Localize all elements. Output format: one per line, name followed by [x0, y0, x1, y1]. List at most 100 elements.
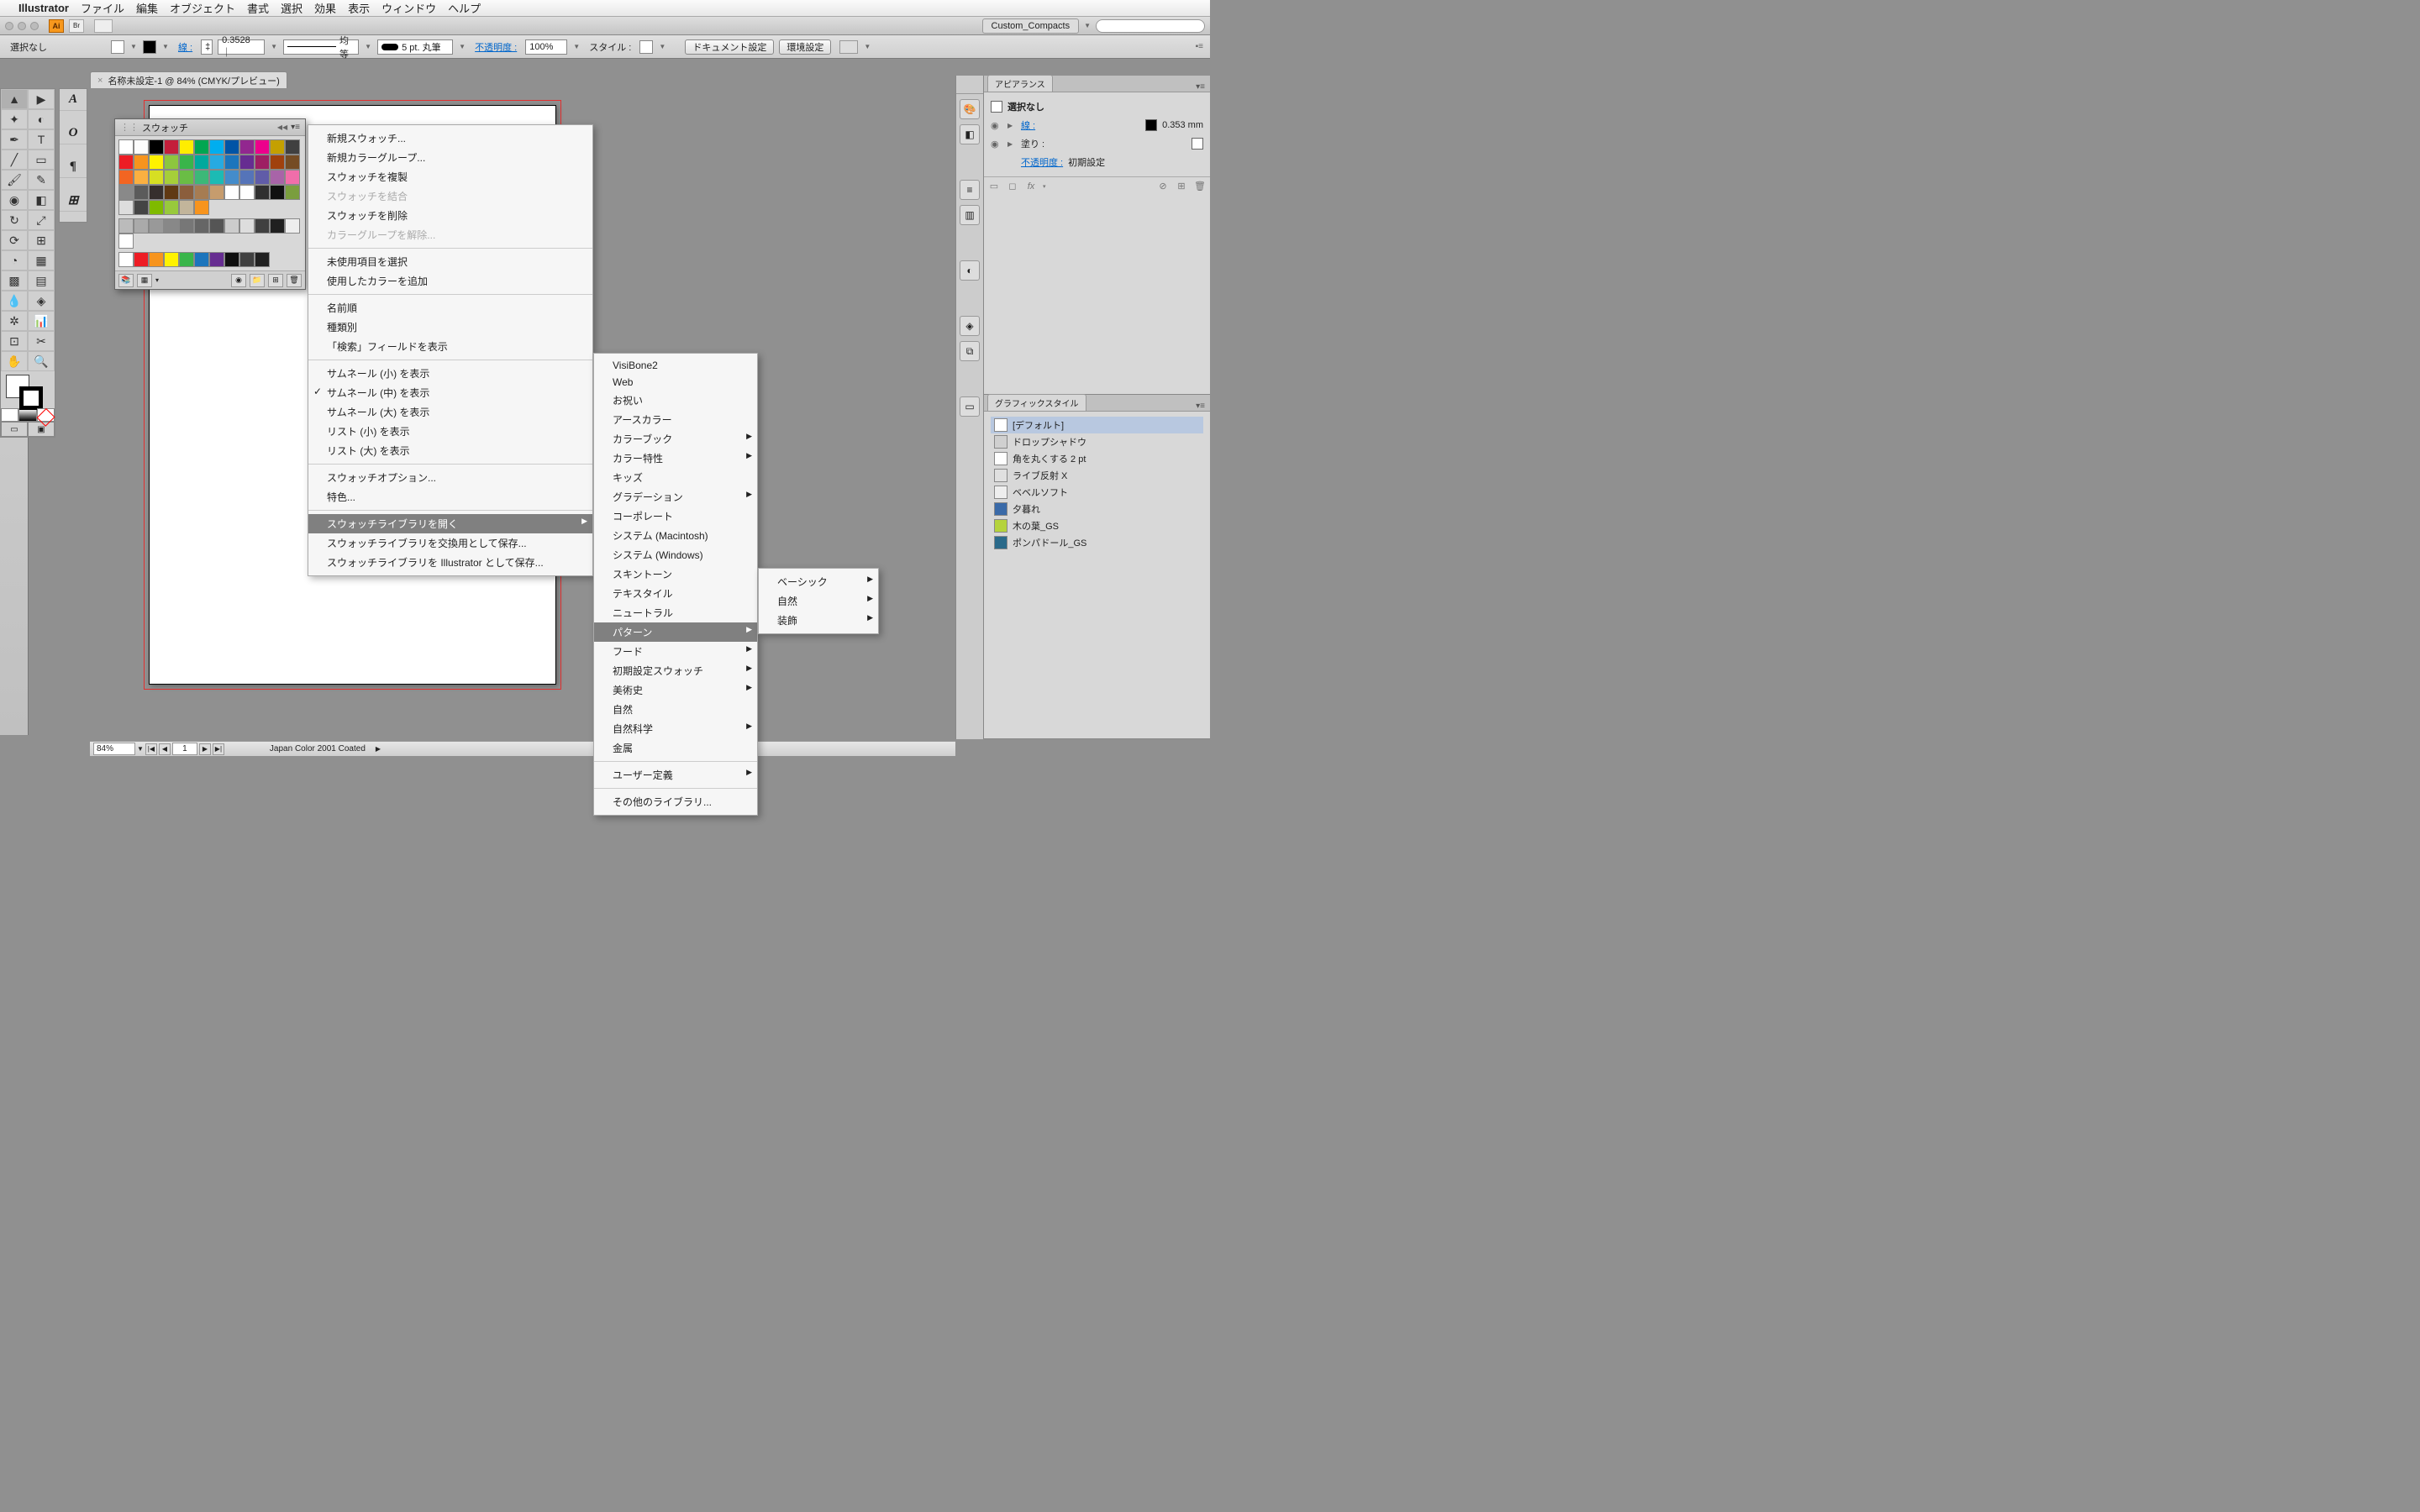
swatch-kind-icon[interactable]: ▦ [137, 274, 152, 287]
swatch-item[interactable] [239, 139, 255, 155]
new-swatch-icon[interactable]: ⊞ [268, 274, 283, 287]
selection-tool[interactable]: ▲ [1, 89, 28, 109]
menu-item[interactable]: カラー特性▶ [594, 449, 757, 468]
expand-icon[interactable]: ▶ [1007, 122, 1016, 129]
zoom-tool[interactable]: 🔍 [28, 351, 55, 371]
character-panel-icon[interactable]: A [60, 89, 87, 111]
artboard-tool[interactable]: ⊡ [1, 331, 28, 351]
rotate-tool[interactable]: ↻ [1, 210, 28, 230]
stroke-profile[interactable]: 均等 [283, 39, 359, 55]
line-tool[interactable]: ╱ [1, 150, 28, 170]
close-tab-icon[interactable]: × [97, 76, 103, 86]
swatch-item[interactable] [164, 185, 179, 200]
menu-item[interactable]: スウォッチライブラリを交換用として保存... [308, 533, 592, 553]
menu-item[interactable]: ニュートラル [594, 603, 757, 622]
graphic-styles-menu-icon[interactable]: ▾≡ [1191, 402, 1210, 411]
swatch-item[interactable] [149, 218, 164, 234]
swatches-titlebar[interactable]: ⋮⋮ スウォッチ ◀◀ ▾≡ [115, 119, 305, 136]
paintbrush-tool[interactable]: 🖌 [1, 170, 28, 190]
menu-item[interactable]: リスト (小) を表示 [308, 422, 592, 441]
swatch-item[interactable] [209, 170, 224, 185]
menu-item[interactable]: 金属 [594, 738, 757, 758]
swatch-item[interactable] [118, 139, 134, 155]
eraser-tool[interactable]: ◧ [28, 190, 55, 210]
swatch-item[interactable] [255, 170, 270, 185]
lasso-tool[interactable]: ◐ [28, 109, 55, 129]
stroke-weight-input[interactable]: 0.3528 ｜ [218, 39, 265, 55]
graphic-style-item[interactable]: ドロップシャドウ [991, 433, 1203, 450]
document-setup-button[interactable]: ドキュメント設定 [685, 39, 774, 55]
swatch-item[interactable] [285, 170, 300, 185]
swatch-item[interactable] [255, 252, 270, 267]
control-bar-menu-icon[interactable]: ▪≡ [1196, 42, 1203, 51]
swatch-item[interactable] [164, 218, 179, 234]
stroke-value[interactable]: 0.353 mm [1162, 120, 1203, 130]
swatch-item[interactable] [209, 252, 224, 267]
swatch-item[interactable] [118, 252, 134, 267]
app-name[interactable]: Illustrator [18, 2, 69, 14]
menu-item[interactable]: ベーシック▶ [759, 572, 878, 591]
swatch-item[interactable] [179, 185, 194, 200]
swatch-item[interactable] [255, 185, 270, 200]
transparency-panel-icon[interactable]: ◐ [960, 260, 980, 281]
swatch-options-icon[interactable]: ◉ [231, 274, 246, 287]
swatch-item[interactable] [118, 185, 134, 200]
swatch-item[interactable] [270, 170, 285, 185]
new-color-group-icon[interactable]: 📁 [250, 274, 265, 287]
clear-icon[interactable]: ⊘ [1156, 181, 1170, 192]
pencil-tool[interactable]: ✎ [28, 170, 55, 190]
menu-item[interactable]: グラデーション▶ [594, 487, 757, 507]
swatch-item[interactable] [270, 139, 285, 155]
swatch-item[interactable] [179, 200, 194, 215]
menu-item[interactable]: 新規スウォッチ... [308, 129, 592, 148]
graphic-style-item[interactable]: 角を丸くする 2 pt [991, 450, 1203, 467]
menu-effect[interactable]: 効果 [314, 0, 336, 16]
swatch-item[interactable] [224, 252, 239, 267]
swatch-item[interactable] [134, 170, 149, 185]
swatch-item[interactable] [118, 234, 134, 249]
menu-item[interactable]: 名前順 [308, 298, 592, 318]
appearance-menu-icon[interactable]: ▾≡ [1191, 82, 1210, 92]
magic-wand-tool[interactable]: ✦ [1, 109, 28, 129]
fill-color-swatch[interactable] [1192, 138, 1203, 150]
align-to-icon[interactable] [839, 40, 858, 54]
paragraph-panel-icon[interactable]: ¶ [60, 156, 87, 178]
swatch-item[interactable] [224, 155, 239, 170]
menu-item[interactable]: 特色... [308, 487, 592, 507]
swatch-item[interactable] [239, 252, 255, 267]
panel-grip-icon[interactable]: ⋮⋮ [120, 122, 139, 133]
menu-item[interactable]: コーポレート [594, 507, 757, 526]
menu-item[interactable]: 自然 [594, 700, 757, 719]
menu-item[interactable]: スキントーン [594, 564, 757, 584]
swatch-library-icon[interactable]: 📚 [118, 274, 134, 287]
delete-icon[interactable]: 🗑 [1193, 181, 1207, 192]
prev-artboard-icon[interactable]: ◀ [159, 743, 171, 755]
menu-item[interactable]: スウォッチライブラリを Illustrator として保存... [308, 553, 592, 572]
swatch-item[interactable] [224, 139, 239, 155]
swatch-item[interactable] [194, 139, 209, 155]
swatch-item[interactable] [194, 200, 209, 215]
menu-item[interactable]: 装飾▶ [759, 611, 878, 630]
gradient-tool[interactable]: ▤ [28, 270, 55, 291]
stroke-panel-icon[interactable]: ≡ [960, 180, 980, 200]
perspective-tool[interactable]: ▦ [28, 250, 55, 270]
swatch-item[interactable] [270, 185, 285, 200]
menu-item[interactable]: Web [594, 374, 757, 391]
menu-item[interactable]: 未使用項目を選択 [308, 252, 592, 271]
gradient-panel-icon[interactable]: ▥ [960, 205, 980, 225]
free-transform-tool[interactable]: ⊞ [28, 230, 55, 250]
search-field[interactable] [1096, 19, 1205, 33]
swatch-item[interactable] [285, 155, 300, 170]
swatch-item[interactable] [118, 200, 134, 215]
graphic-style-item[interactable]: ポンパドール_GS [991, 534, 1203, 551]
glyphs-panel-icon[interactable]: ⊞ [60, 190, 87, 212]
submenu-item-user-defined[interactable]: ユーザー定義▶ [594, 765, 757, 785]
menu-item[interactable]: 「検索」フィールドを表示 [308, 337, 592, 356]
swatch-item[interactable] [270, 155, 285, 170]
graphic-style-item[interactable]: [デフォルト] [991, 417, 1203, 433]
last-artboard-icon[interactable]: ▶| [213, 743, 224, 755]
swatch-item[interactable] [179, 252, 194, 267]
swatch-grid[interactable] [118, 139, 300, 267]
swatch-item[interactable] [134, 155, 149, 170]
symbol-sprayer-tool[interactable]: ✲ [1, 311, 28, 331]
